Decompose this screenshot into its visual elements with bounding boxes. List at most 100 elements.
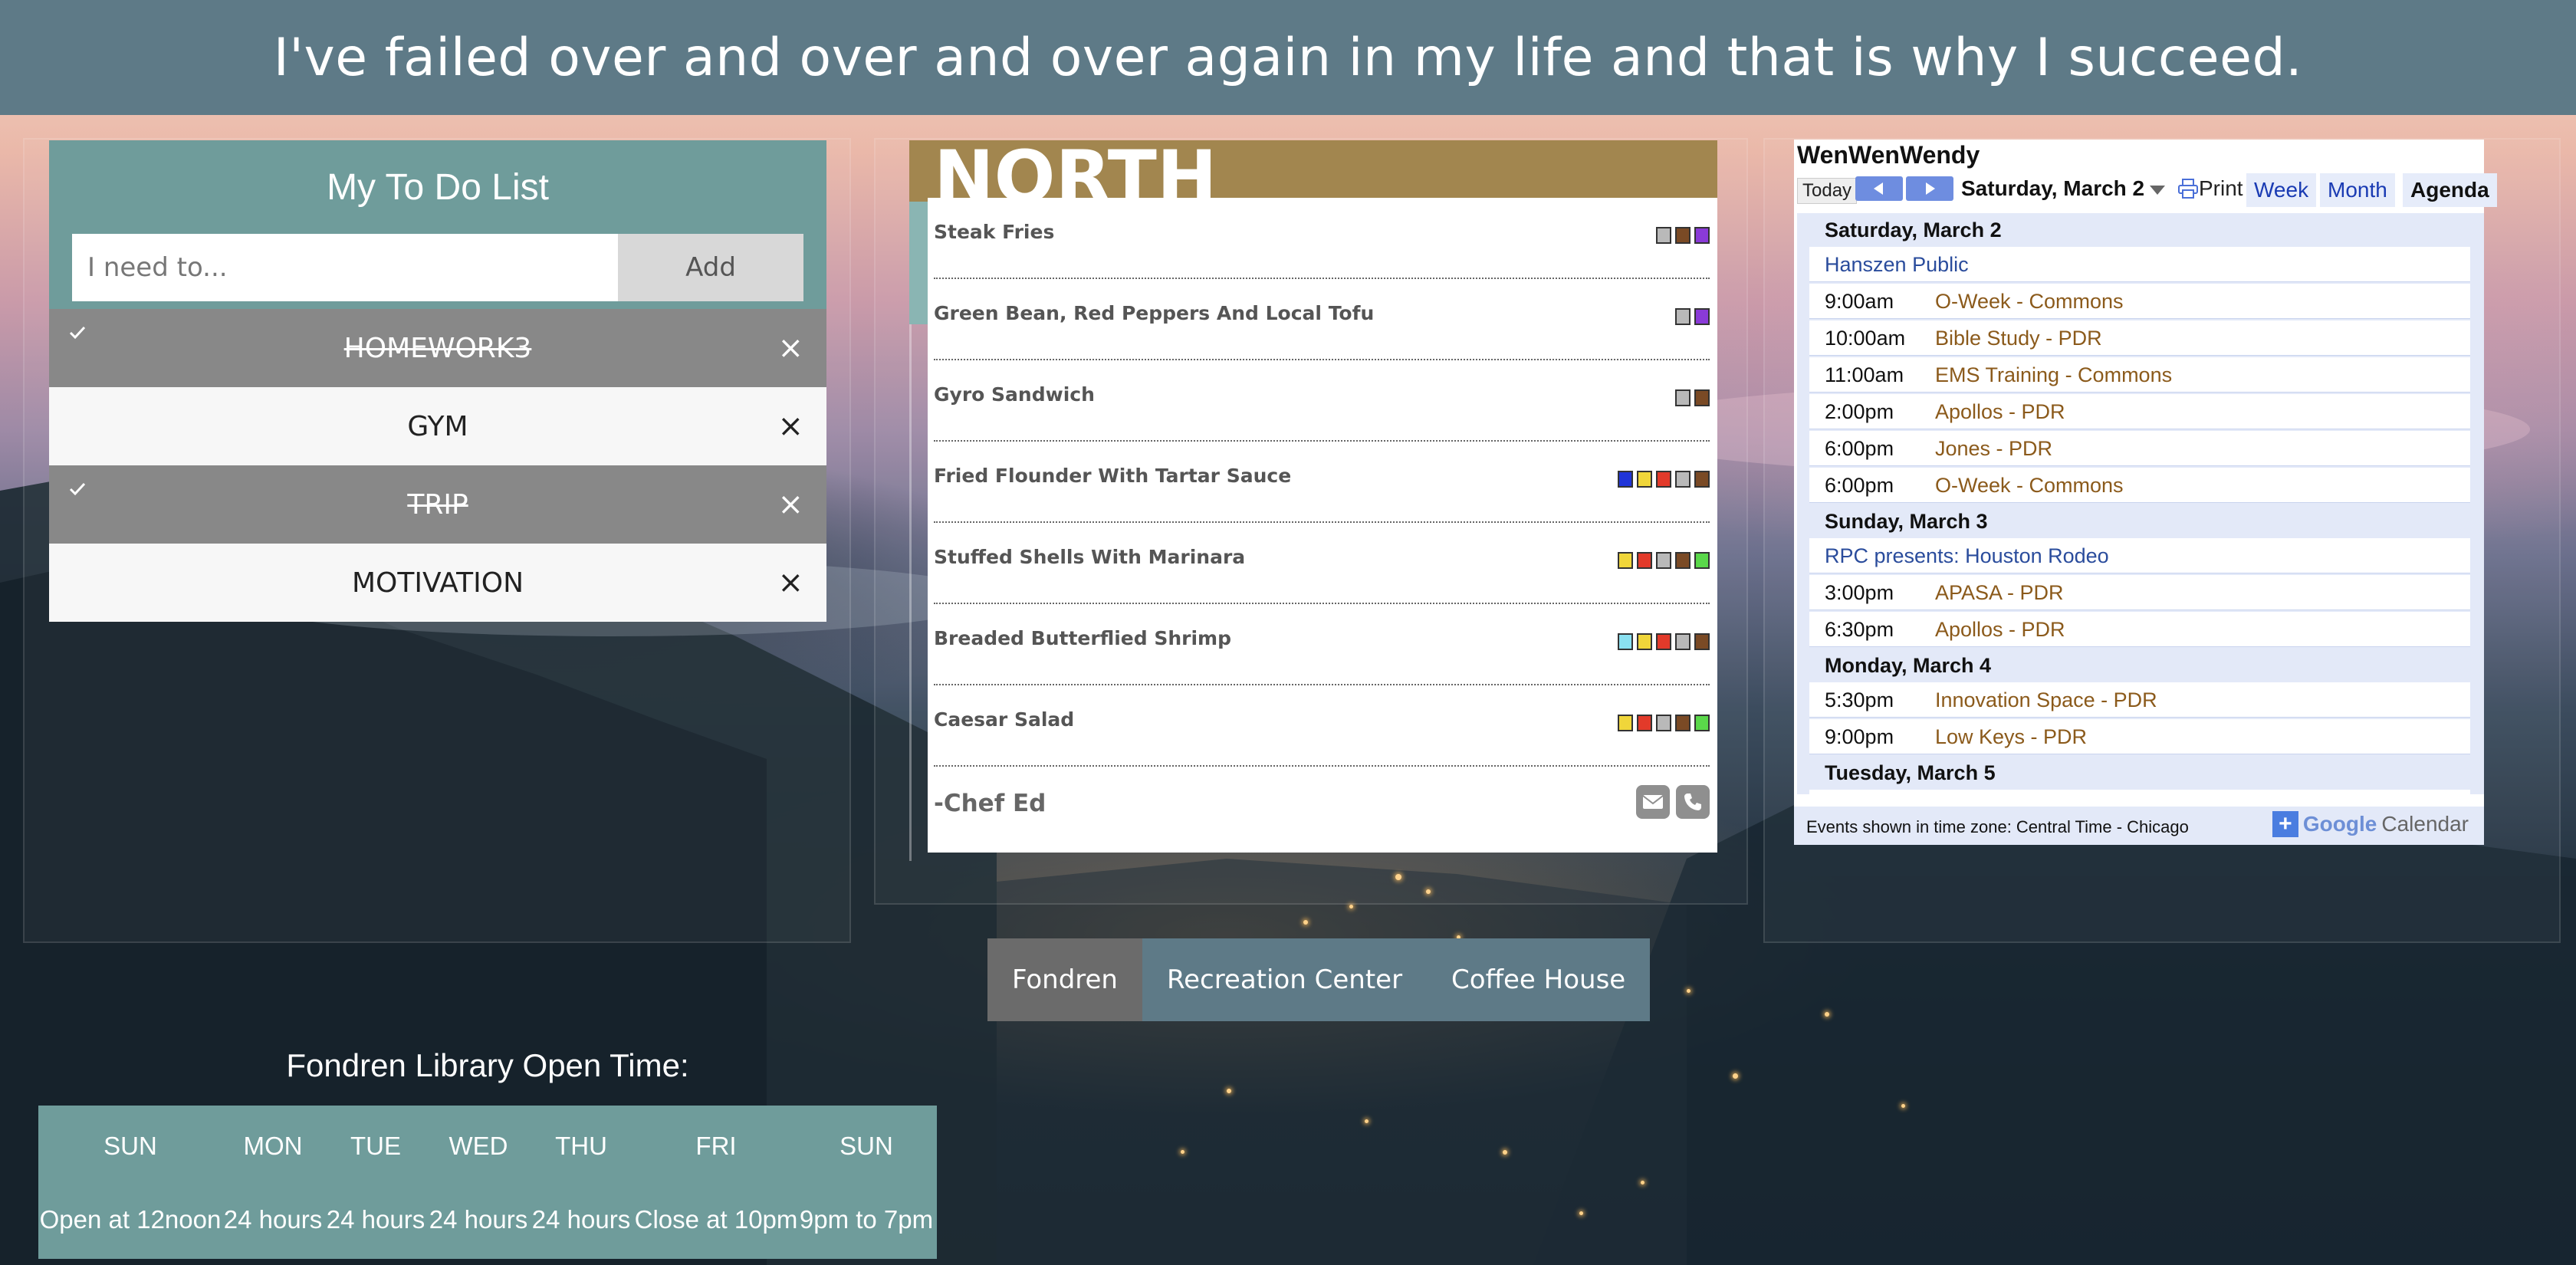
agenda-list[interactable]: Saturday, March 2 Hanszen Public 9:00am O-W… xyxy=(1797,213,2484,794)
event-title[interactable]: Bible Study - PDR xyxy=(1935,320,2102,356)
todo-item[interactable]: TRIP × xyxy=(49,465,826,544)
tab-fondren[interactable]: Fondren xyxy=(987,938,1142,1021)
calendar-logo-text: Calendar xyxy=(2381,812,2469,836)
todo-input[interactable] xyxy=(72,234,618,301)
event-title[interactable]: APASA - PDR xyxy=(1935,575,2064,610)
todo-item[interactable]: GYM × xyxy=(49,387,826,465)
agenda-event[interactable]: 3:00pm APASA - PDR xyxy=(1809,575,2470,610)
agenda-event[interactable]: 6:30pm Apollos - PDR xyxy=(1809,612,2470,647)
agenda-event[interactable]: 9:15pm PHILS - PDR xyxy=(1809,790,2470,794)
google-logo-text: Google xyxy=(2302,812,2377,836)
allergen-swatch xyxy=(1637,471,1652,488)
tab-month[interactable]: Month xyxy=(2320,173,2395,207)
menu-item: Green Bean, Red Peppers And Local Tofu xyxy=(934,279,1710,360)
todo-item-label: TRIP xyxy=(407,488,468,521)
quote-banner: I've failed over and over and over again… xyxy=(0,0,2576,115)
agenda-event[interactable]: 9:00pm Low Keys - PDR xyxy=(1809,719,2470,754)
allergen-swatch xyxy=(1675,552,1691,569)
menu-item-name: Caesar Salad xyxy=(934,708,1075,731)
allergen-swatch xyxy=(1637,552,1652,569)
event-time: 9:00am xyxy=(1825,290,1894,313)
library-hours-table: SUN MON TUE WED THU FRI SUN Open at 12noon 24 ho… xyxy=(38,1106,937,1259)
close-icon[interactable]: × xyxy=(777,309,803,387)
allergen-swatch xyxy=(1694,633,1710,650)
print-label: Print xyxy=(2199,176,2243,200)
menu-title: NORTH xyxy=(934,140,1217,202)
event-title[interactable]: Low Keys - PDR xyxy=(1935,719,2087,754)
allergen-swatch xyxy=(1656,715,1671,731)
event-title[interactable]: Apollos - PDR xyxy=(1935,612,2065,647)
envelope-icon[interactable] xyxy=(1636,785,1670,819)
menu-item-name: Fried Flounder With Tartar Sauce xyxy=(934,465,1292,487)
todo-item[interactable]: MOTIVATION × xyxy=(49,544,826,622)
agenda-day-header: Sunday, March 3 xyxy=(1797,504,2484,538)
today-button[interactable]: Today xyxy=(1797,178,1858,204)
allergen-swatch xyxy=(1675,633,1691,650)
allergen-swatch xyxy=(1675,227,1691,244)
todo-item-label: MOTIVATION xyxy=(351,567,524,599)
agenda-event[interactable]: 9:00am O-Week - Commons xyxy=(1809,284,2470,319)
menu-item-name: Breaded Butterflied Shrimp xyxy=(934,627,1232,649)
add-button[interactable]: Add xyxy=(618,234,803,301)
agenda-event[interactable]: 5:30pm Innovation Space - PDR xyxy=(1809,682,2470,718)
todo-item-label: HOMEWORK3 xyxy=(343,332,532,364)
phone-icon[interactable] xyxy=(1676,785,1710,819)
close-icon[interactable]: × xyxy=(777,465,803,544)
event-time: 3:00pm xyxy=(1825,581,1894,604)
checkmark-icon xyxy=(69,326,86,340)
agenda-allday-event[interactable]: Hanszen Public xyxy=(1809,247,2470,282)
event-title[interactable]: PHILS - PDR xyxy=(1935,790,2057,794)
next-arrow-icon[interactable] xyxy=(1906,176,1953,201)
allergen-swatch xyxy=(1656,227,1671,244)
google-calendar-button[interactable]: + Google Calendar xyxy=(2272,811,2469,837)
calendar-footer: Events shown in time zone: Central Time … xyxy=(1794,807,2484,845)
event-title[interactable]: Innovation Space - PDR xyxy=(1935,682,2157,718)
event-time: 11:00am xyxy=(1825,363,1904,386)
allergen-swatch xyxy=(1694,308,1710,325)
menu-item: Steak Fries xyxy=(934,198,1710,279)
todo-item[interactable]: HOMEWORK3 × xyxy=(49,309,826,387)
menu-item-name: Steak Fries xyxy=(934,221,1055,243)
prev-arrow-icon[interactable] xyxy=(1855,176,1903,201)
menu-accent-strip xyxy=(909,202,928,324)
menu-header: NORTH xyxy=(909,140,1717,202)
event-title[interactable]: O-Week - Commons xyxy=(1935,468,2124,503)
allergen-swatch xyxy=(1637,633,1652,650)
agenda-event[interactable]: 6:00pm O-Week - Commons xyxy=(1809,468,2470,503)
allergen-swatch xyxy=(1618,715,1633,731)
date-dropdown-icon[interactable] xyxy=(2150,186,2165,195)
event-time: 9:15pm xyxy=(1825,790,1894,794)
todo-title: My To Do List xyxy=(327,167,549,208)
print-button[interactable]: Print xyxy=(2177,176,2243,201)
event-time: 6:30pm xyxy=(1825,618,1894,641)
agenda-event[interactable]: 6:00pm Jones - PDR xyxy=(1809,431,2470,466)
tab-recreation-center[interactable]: Recreation Center xyxy=(1142,938,1428,1021)
event-title[interactable]: Jones - PDR xyxy=(1935,431,2052,466)
tab-week[interactable]: Week xyxy=(2246,173,2317,207)
menu-item: Breaded Butterflied Shrimp xyxy=(934,604,1710,685)
event-title[interactable]: O-Week - Commons xyxy=(1935,284,2124,319)
allergen-swatch xyxy=(1675,389,1691,406)
agenda-allday-event[interactable]: RPC presents: Houston Rodeo xyxy=(1809,538,2470,573)
menu-footer: -Chef Ed xyxy=(934,767,1710,836)
tab-coffee-house[interactable]: Coffee House xyxy=(1427,938,1651,1021)
checkmark-icon xyxy=(69,482,86,496)
allergen-swatch xyxy=(1675,471,1691,488)
agenda-event[interactable]: 10:00am Bible Study - PDR xyxy=(1809,320,2470,356)
plus-icon: + xyxy=(2272,811,2298,837)
close-icon[interactable]: × xyxy=(777,544,803,622)
allergen-swatch xyxy=(1618,552,1633,569)
close-icon[interactable]: × xyxy=(777,387,803,465)
agenda-day-header: Tuesday, March 5 xyxy=(1797,756,2484,790)
agenda-event[interactable]: 2:00pm Apollos - PDR xyxy=(1809,394,2470,429)
location-tabs: Fondren Recreation Center Coffee House xyxy=(987,938,1651,1021)
event-time: 6:00pm xyxy=(1825,437,1894,460)
event-title[interactable]: Apollos - PDR xyxy=(1935,394,2065,429)
tab-agenda[interactable]: Agenda xyxy=(2403,173,2497,207)
allergen-swatch xyxy=(1694,552,1710,569)
event-title[interactable]: EMS Training - Commons xyxy=(1935,357,2172,393)
allergen-swatches xyxy=(1618,715,1710,731)
agenda-event[interactable]: 11:00am EMS Training - Commons xyxy=(1809,357,2470,393)
allergen-swatches xyxy=(1656,227,1710,244)
allergen-swatch xyxy=(1694,715,1710,731)
